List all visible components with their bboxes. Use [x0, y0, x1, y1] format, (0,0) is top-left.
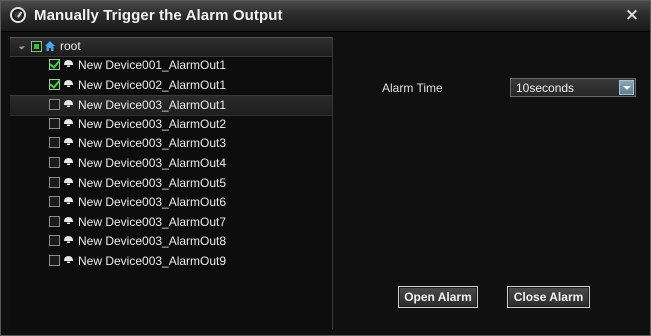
chevron-down-icon[interactable] [619, 80, 634, 95]
item-checkbox[interactable] [49, 99, 60, 111]
alarm-output-icon [64, 216, 73, 224]
tree-root-row[interactable]: root [10, 37, 332, 57]
tree-item[interactable]: New Device003_AlarmOut7 [10, 213, 332, 232]
alarm-output-icon [64, 100, 73, 108]
close-alarm-button[interactable]: Close Alarm [507, 286, 590, 308]
tree-item-label: New Device003_AlarmOut3 [78, 136, 227, 151]
tree-item[interactable]: New Device003_AlarmOut3 [10, 134, 332, 153]
tree-item[interactable]: New Device001_AlarmOut1 [10, 56, 332, 75]
expand-arrow-icon[interactable] [18, 43, 26, 50]
tree-item-label: New Device003_AlarmOut2 [78, 116, 227, 131]
tree-item-label: New Device003_AlarmOut1 [78, 98, 227, 113]
tree-item[interactable]: New Device003_AlarmOut1 [10, 95, 332, 117]
alarm-output-icon [64, 138, 73, 146]
alarm-output-icon [64, 79, 73, 87]
tree-item[interactable]: New Device003_AlarmOut4 [10, 154, 332, 173]
tree-item[interactable]: New Device003_AlarmOut9 [10, 252, 332, 271]
title-bar: Manually Trigger the Alarm Output × [1, 1, 650, 32]
alarm-time-label: Alarm Time [382, 81, 443, 95]
device-tree: root New Device001_AlarmOut1 New Device00… [10, 37, 333, 329]
alarm-output-icon [64, 236, 73, 244]
tree-root-label: root [60, 39, 81, 53]
alarm-output-icon [64, 158, 73, 165]
item-checkbox[interactable] [49, 215, 60, 227]
item-checkbox[interactable] [49, 157, 60, 168]
tree-item-label: New Device003_AlarmOut7 [78, 214, 227, 229]
tree-item-label: New Device003_AlarmOut6 [78, 195, 227, 210]
item-checkbox[interactable] [49, 235, 60, 247]
item-checkbox[interactable] [49, 117, 60, 129]
tree-item-label: New Device003_AlarmOut4 [78, 156, 227, 170]
alarm-output-icon [64, 197, 73, 205]
tree-item-label: New Device003_AlarmOut5 [78, 175, 227, 190]
alarm-time-select[interactable]: 10seconds [510, 78, 636, 97]
alarm-time-value: 10seconds [516, 81, 575, 95]
root-checkbox[interactable] [31, 41, 42, 52]
dialog-title: Manually Trigger the Alarm Output [34, 7, 283, 24]
close-icon[interactable]: × [623, 6, 641, 24]
item-checkbox[interactable] [49, 59, 60, 70]
tree-item[interactable]: New Device003_AlarmOut5 [10, 174, 332, 193]
item-checkbox[interactable] [49, 196, 60, 208]
clock-circle-icon [10, 7, 26, 23]
tree-item[interactable]: New Device003_AlarmOut2 [10, 115, 332, 134]
tree-item[interactable]: New Device002_AlarmOut1 [10, 76, 332, 95]
item-checkbox[interactable] [49, 78, 60, 90]
alarm-output-icon [64, 118, 73, 126]
tree-item-label: New Device003_AlarmOut8 [78, 234, 227, 249]
open-alarm-button[interactable]: Open Alarm [398, 286, 478, 308]
alarm-output-dialog: Manually Trigger the Alarm Output × root… [0, 0, 651, 336]
alarm-output-icon [64, 60, 73, 67]
home-icon [45, 41, 55, 51]
tree-item[interactable]: New Device003_AlarmOut8 [10, 232, 332, 251]
item-checkbox[interactable] [49, 176, 60, 188]
tree-item-label: New Device002_AlarmOut1 [78, 77, 227, 92]
alarm-output-icon [64, 177, 73, 185]
tree-item-label: New Device003_AlarmOut9 [78, 254, 227, 268]
item-checkbox[interactable] [49, 137, 60, 149]
tree-item-label: New Device001_AlarmOut1 [78, 58, 227, 72]
tree-item[interactable]: New Device003_AlarmOut6 [10, 193, 332, 212]
item-checkbox[interactable] [49, 255, 60, 266]
alarm-output-icon [64, 256, 73, 263]
